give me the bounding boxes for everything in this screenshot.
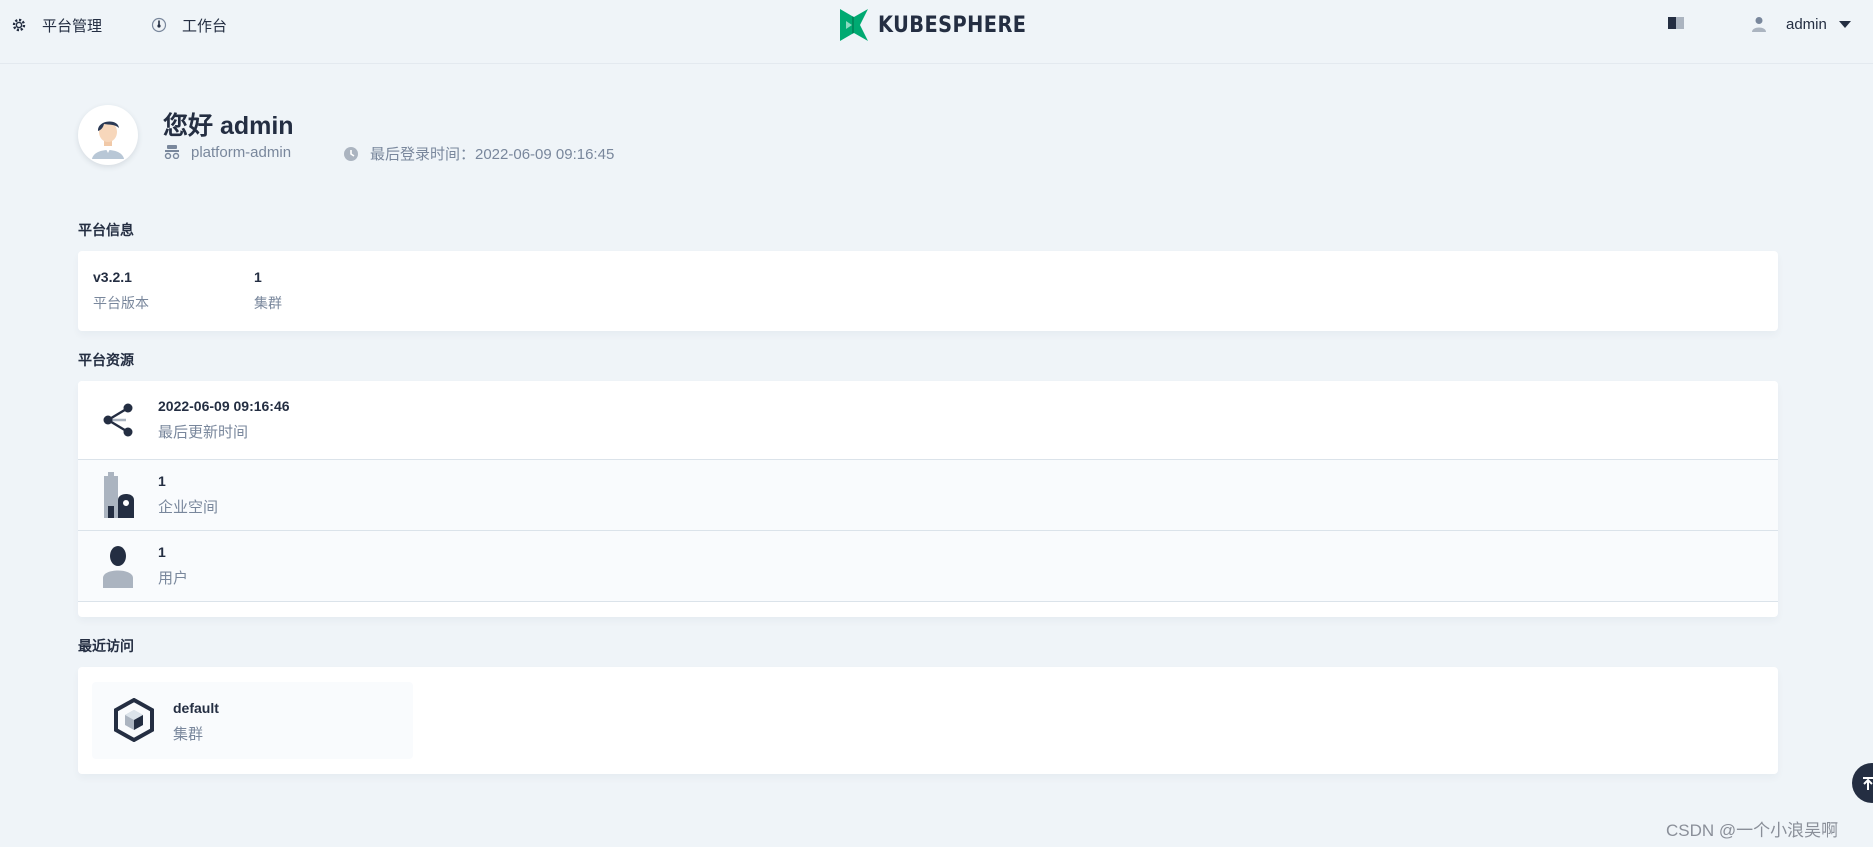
last-login-text: 最后登录时间：2022-06-09 09:16:45 [370,146,615,163]
kubesphere-logo[interactable]: KUBESPHERE [838,5,1047,45]
list-item: 1 企业空间 [78,460,1778,531]
gear-icon [8,14,30,36]
cluster-type: 集群 [173,726,204,743]
workbench-label: 工作台 [182,17,228,35]
user-role: platform-admin [163,143,291,161]
enterprise-space-icon [100,471,136,519]
share-icon [100,396,136,444]
version-stat: v3.2.1 平台版本 [93,269,149,313]
recent-visits-title: 最近访问 [78,638,134,654]
last-login: 最后登录时间：2022-06-09 09:16:45 [342,143,614,164]
sidebar-toggle-icon[interactable] [1665,12,1687,34]
workspaces-value: 1 [158,473,166,489]
cluster-name: default [173,700,219,716]
user-menu[interactable]: admin [1748,10,1851,38]
users-label: 用户 [158,570,189,587]
user-icon [100,543,136,591]
recent-visits-card: default 集群 [78,667,1778,774]
platform-resources-card: 2022-06-09 09:16:46 最后更新时间 1 企业空间 1 用户 [78,381,1778,617]
resource-text: 1 企业空间 [158,473,218,517]
resource-text: 1 用户 [158,544,188,588]
platform-resources-title: 平台资源 [78,352,134,368]
platform-info-card: v3.2.1 平台版本 1 集群 [78,251,1778,331]
platform-info-title: 平台信息 [78,222,134,238]
resource-text: 2022-06-09 09:16:46 最后更新时间 [158,398,290,442]
logo-text: KUBESPHERE [878,12,1027,38]
users-value: 1 [158,544,166,560]
clusters-value: 1 [254,269,262,285]
recent-cluster-item[interactable]: default 集群 [92,682,413,759]
user-icon [1748,13,1770,35]
cluster-icon [112,698,156,742]
workspaces-label: 企业空间 [158,499,219,516]
kubesphere-logo-icon [840,9,868,41]
greeting-title: 您好 admin [163,112,294,140]
top-navigation: 平台管理 工作台 KUBESPHERE admin [0,0,1873,64]
platform-management-link[interactable]: 平台管理 [8,10,102,40]
clusters-label: 集群 [254,295,282,311]
last-update-label: 最后更新时间 [158,424,249,441]
back-to-top-button[interactable] [1852,763,1873,803]
version-value: v3.2.1 [93,269,132,285]
last-update-value: 2022-06-09 09:16:46 [158,398,290,414]
watermark: CSDN @一个小浪吴啊 [1666,821,1839,840]
role-text: platform-admin [191,143,292,161]
list-item: 1 用户 [78,531,1778,602]
clock-icon [342,145,360,163]
clusters-stat: 1 集群 [254,269,282,313]
recent-item-text: default 集群 [173,700,219,744]
list-item: 2022-06-09 09:16:46 最后更新时间 [78,381,1778,460]
platform-management-label: 平台管理 [42,17,103,35]
version-label: 平台版本 [93,295,149,311]
user-name: admin [1786,15,1827,33]
dashboard-icon [148,14,170,36]
role-icon [163,143,181,161]
avatar [78,105,138,165]
workbench-link[interactable]: 工作台 [148,10,227,40]
chevron-down-icon [1838,20,1851,28]
avatar-image [82,109,134,161]
arrow-up-icon [1863,777,1873,790]
